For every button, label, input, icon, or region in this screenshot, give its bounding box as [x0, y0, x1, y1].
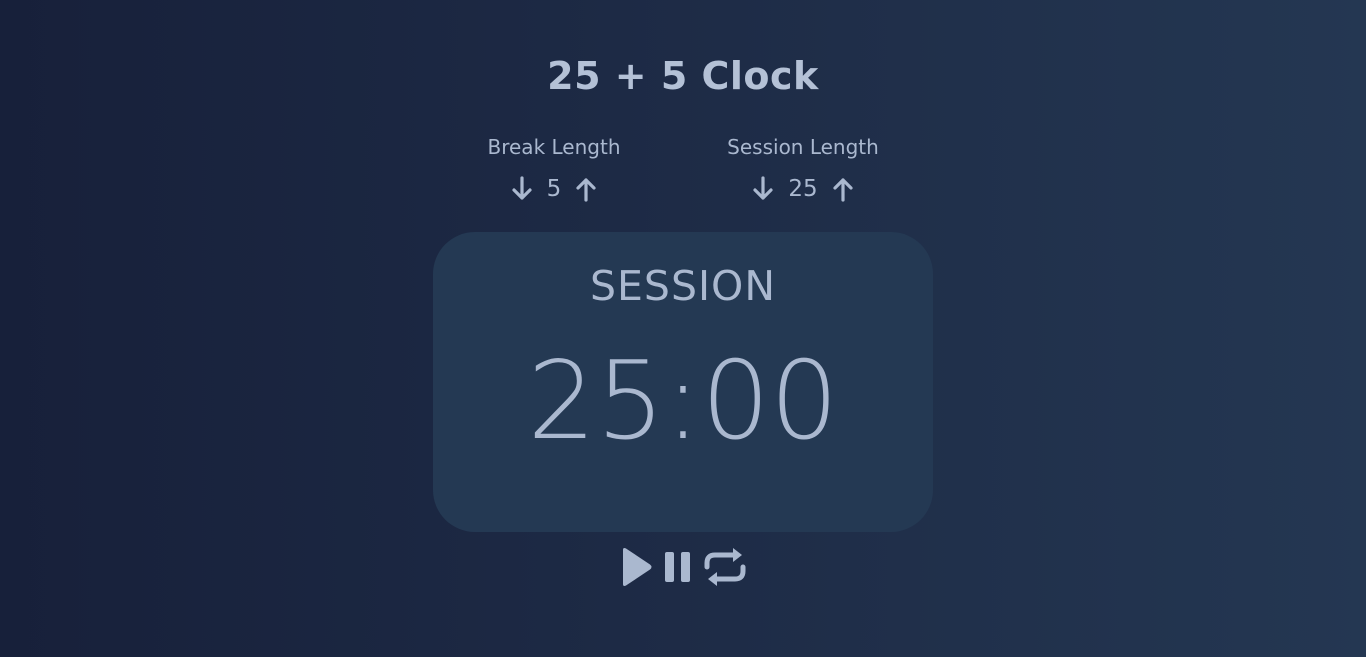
session-controls: 25 [693, 172, 913, 206]
arrow-down-icon [753, 176, 773, 200]
play-icon [623, 548, 652, 586]
repeat-icon [704, 548, 746, 586]
arrow-up-icon [576, 178, 596, 202]
time-left: 25:00 [527, 339, 839, 464]
arrow-up-icon [833, 178, 853, 202]
break-increment-button[interactable] [573, 174, 599, 204]
reset-button[interactable] [702, 544, 748, 590]
pause-button[interactable] [664, 544, 692, 590]
timer-label: SESSION [589, 262, 776, 310]
session-label: Session Length [727, 135, 879, 159]
session-length-control: Session Length 25 [693, 132, 913, 206]
arrow-down-icon [512, 176, 532, 200]
break-length-value: 5 [546, 176, 562, 202]
session-decrement-button[interactable] [750, 174, 776, 204]
break-label: Break Length [487, 135, 621, 159]
session-length-value: 25 [788, 176, 818, 202]
app-title: 25 + 5 Clock [547, 54, 819, 98]
start-button[interactable] [618, 544, 654, 590]
break-controls: 5 [444, 172, 664, 206]
timer-card: SESSION 25:00 [433, 232, 933, 532]
timer-controls [0, 544, 1366, 590]
break-decrement-button[interactable] [509, 174, 535, 204]
session-increment-button[interactable] [830, 174, 856, 204]
break-length-control: Break Length 5 [444, 132, 664, 206]
pause-icon [665, 552, 690, 582]
